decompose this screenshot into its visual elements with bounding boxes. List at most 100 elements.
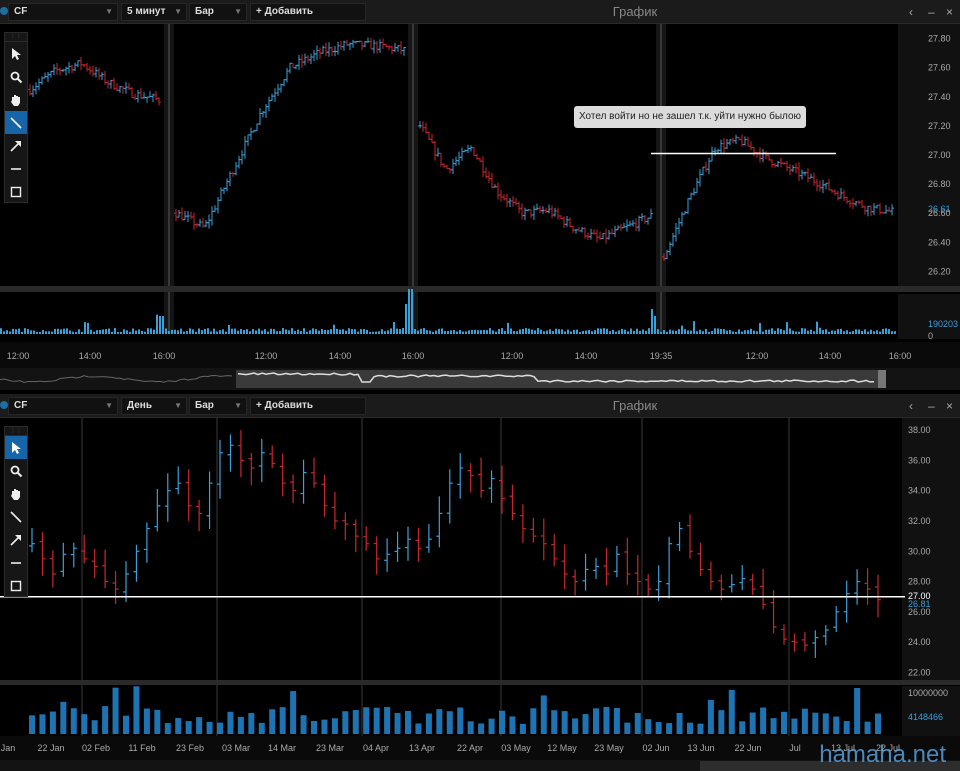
bottom-chart[interactable]: 38.0036.0034.0032.0030.0028.0026.0024.00… — [0, 418, 960, 771]
volume-bar — [285, 329, 287, 334]
price-tick-label: 27.20 — [928, 121, 951, 131]
volume-bar — [825, 329, 827, 334]
volume-bar — [762, 331, 764, 334]
rectangle-icon[interactable] — [5, 180, 27, 203]
volume-bar — [258, 328, 260, 334]
volume-bar — [154, 709, 161, 734]
volume-bar — [270, 328, 272, 334]
volume-bar — [624, 329, 626, 334]
status-dot-icon — [0, 401, 8, 409]
grip-icon[interactable]: ⋮⋮ — [5, 33, 27, 42]
date-tick-label: 03 Mar — [222, 743, 250, 753]
top-symbol-select[interactable]: CF ▼ — [8, 3, 118, 21]
volume-bar — [175, 718, 182, 734]
date-tick-label: 02 Feb — [82, 743, 110, 753]
volume-bar — [573, 329, 575, 334]
bottom-interval-label: День — [127, 400, 152, 411]
date-tick-label: Jan — [1, 743, 16, 753]
volume-bar — [81, 331, 83, 334]
bottom-add-indicator-button[interactable]: + Добавить индикатор — [250, 397, 366, 427]
volume-bar — [69, 330, 71, 334]
volume-bar — [96, 330, 98, 334]
volume-bar — [15, 329, 17, 334]
volume-bar — [585, 330, 587, 334]
volume-bar — [108, 328, 110, 334]
volume-bar — [621, 328, 623, 334]
volume-bar — [66, 328, 68, 334]
pointer-icon[interactable] — [5, 436, 27, 459]
pointer-icon[interactable] — [5, 42, 27, 65]
bottom-charttype-label: Бар — [195, 400, 214, 411]
volume-bar — [501, 328, 503, 334]
volume-bar — [807, 330, 809, 334]
date-tick-label: 22 Jan — [37, 743, 64, 753]
grip-icon[interactable]: ⋮⋮ — [5, 427, 27, 436]
price-tick-label: 27.00 — [928, 150, 951, 160]
price-tick-label: 27.60 — [928, 63, 951, 73]
volume-bar — [405, 710, 411, 734]
volume-bar — [330, 329, 332, 334]
volume-bar — [269, 709, 276, 734]
volume-bar — [51, 331, 53, 334]
navigator-handle[interactable] — [878, 370, 886, 388]
volume-bar — [303, 328, 305, 334]
date-tick-label: 04 Apr — [363, 743, 389, 753]
volume-bar — [774, 330, 776, 334]
volume-bar — [126, 330, 128, 334]
hand-icon[interactable] — [5, 88, 27, 111]
bottom-interval-select[interactable]: День ▼ — [121, 397, 187, 415]
horizontal-line-icon[interactable] — [5, 157, 27, 180]
volume-bar — [687, 722, 693, 734]
top-chart[interactable]: 27.8027.6027.4027.2027.0026.8026.6026.40… — [0, 24, 960, 394]
hand-icon[interactable] — [5, 482, 27, 505]
top-charttype-select[interactable]: Бар ▼ — [189, 3, 247, 21]
arrow-icon[interactable] — [5, 134, 27, 157]
close-icon[interactable]: × — [946, 0, 953, 24]
volume-bar — [546, 330, 548, 334]
volume-bar — [438, 328, 440, 334]
volume-bar — [288, 330, 290, 334]
top-add-indicator-button[interactable]: + Добавить индикатор — [250, 3, 366, 33]
volume-bar — [795, 331, 797, 334]
price-tick-label: 26.80 — [928, 179, 951, 189]
rectangle-icon[interactable] — [5, 574, 27, 597]
volume-bar — [833, 716, 840, 734]
time-tick-label: 14:00 — [329, 351, 352, 361]
volume-bar — [102, 329, 104, 334]
volume-bar — [348, 328, 350, 334]
volume-bar — [609, 331, 611, 334]
line-icon[interactable] — [5, 111, 27, 134]
volume-bar — [855, 329, 857, 334]
volume-bar — [24, 328, 26, 334]
volume-bar — [705, 328, 707, 334]
volume-bar — [294, 331, 296, 334]
volume-bar — [783, 330, 785, 334]
chevron-left-icon[interactable]: ‹ — [909, 0, 913, 24]
volume-bar — [417, 330, 419, 334]
volume-bar — [414, 329, 416, 334]
zoom-icon[interactable] — [5, 65, 27, 88]
volume-bar — [141, 330, 143, 334]
horizontal-line-icon[interactable] — [5, 551, 27, 574]
chevron-left-icon[interactable]: ‹ — [909, 394, 913, 418]
line-icon[interactable] — [5, 505, 27, 528]
minimize-icon[interactable]: – — [928, 394, 935, 418]
volume-bar — [613, 707, 620, 734]
date-tick-label: Jul — [789, 743, 801, 753]
top-interval-select[interactable]: 5 минут ▼ — [121, 3, 187, 21]
arrow-icon[interactable] — [5, 528, 27, 551]
volume-bar — [345, 330, 347, 334]
chart-annotation-note[interactable]: Хотел войти но не зашел т.к. уйти нужно … — [574, 106, 806, 128]
volume-bar — [675, 330, 677, 334]
bottom-symbol-select[interactable]: CF ▼ — [8, 397, 118, 415]
zoom-icon[interactable] — [5, 459, 27, 482]
volume-bar — [666, 331, 668, 334]
minimize-icon[interactable]: – — [928, 0, 935, 24]
bottom-charttype-select[interactable]: Бар ▼ — [189, 397, 247, 415]
volume-bar — [875, 713, 881, 734]
close-icon[interactable]: × — [946, 394, 953, 418]
volume-bar — [378, 331, 380, 334]
volume-bar — [528, 328, 530, 334]
volume-bar — [195, 331, 197, 334]
volume-bar — [728, 689, 735, 734]
